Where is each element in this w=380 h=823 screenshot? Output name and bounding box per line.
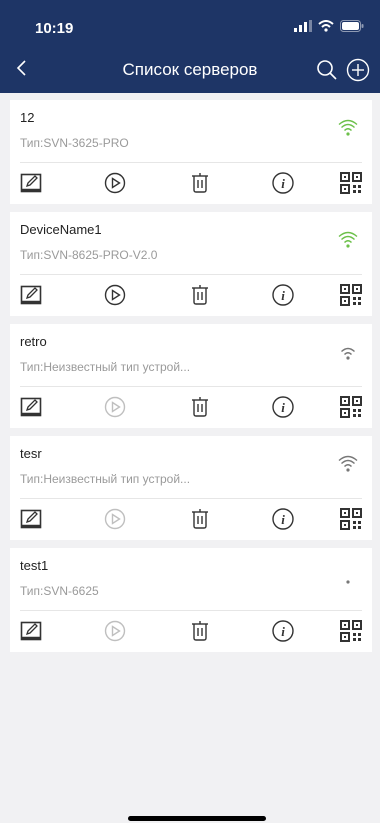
- info-button[interactable]: i: [268, 280, 298, 310]
- edit-button[interactable]: [16, 280, 46, 310]
- info-icon: i: [272, 284, 294, 306]
- action-bar: i: [10, 280, 372, 310]
- edit-icon: [20, 621, 42, 641]
- info-icon: i: [272, 508, 294, 530]
- status-time: 10:19: [35, 20, 74, 37]
- nav-bar: Список серверов: [0, 48, 380, 92]
- play-icon: [104, 508, 126, 530]
- wifi-signal-icon: [338, 119, 358, 136]
- server-card[interactable]: tesr Тип:Неизвестный тип устрой... i: [10, 436, 372, 540]
- divider: [20, 162, 362, 163]
- divider: [20, 274, 362, 275]
- qr-code-icon: [340, 172, 362, 194]
- edit-button[interactable]: [16, 504, 46, 534]
- play-icon: [104, 284, 126, 306]
- server-name: retro: [20, 334, 47, 349]
- server-list: 12 Тип:SVN-3625-PRO i DeviceName1 Тип:SVN-86…: [10, 100, 372, 660]
- server-card[interactable]: retro Тип:Неизвестный тип устрой... i: [10, 324, 372, 428]
- search-icon[interactable]: [316, 59, 338, 81]
- wifi-signal-icon: [341, 347, 355, 360]
- qr-code-icon: [340, 508, 362, 530]
- action-bar: i: [10, 168, 372, 198]
- server-type: Тип:SVN-6625: [20, 584, 99, 598]
- info-icon: i: [272, 172, 294, 194]
- play-icon: [104, 620, 126, 642]
- server-card[interactable]: 12 Тип:SVN-3625-PRO i: [10, 100, 372, 204]
- server-name: test1: [20, 558, 49, 573]
- svg-text:i: i: [281, 176, 285, 191]
- play-button[interactable]: [100, 168, 130, 198]
- wifi-signal-icon: [338, 455, 358, 472]
- server-type: Тип:SVN-3625-PRO: [20, 136, 129, 150]
- play-icon: [104, 396, 126, 418]
- server-name: DeviceName1: [20, 222, 102, 237]
- info-icon: i: [272, 396, 294, 418]
- action-bar: i: [10, 504, 372, 534]
- battery-icon: [340, 20, 364, 32]
- svg-text:i: i: [281, 512, 285, 527]
- delete-icon: [192, 397, 208, 417]
- info-button[interactable]: i: [268, 616, 298, 646]
- edit-icon: [20, 397, 42, 417]
- delete-icon: [192, 509, 208, 529]
- info-button[interactable]: i: [268, 504, 298, 534]
- status-bar: 10:19: [0, 0, 380, 44]
- qr-code-button[interactable]: [336, 280, 366, 310]
- play-button[interactable]: [100, 504, 130, 534]
- divider: [20, 386, 362, 387]
- wifi-signal-icon: [346, 580, 350, 584]
- svg-text:i: i: [281, 400, 285, 415]
- wifi-status-icon: [318, 20, 334, 32]
- edit-button[interactable]: [16, 168, 46, 198]
- delete-button[interactable]: [185, 280, 215, 310]
- home-indicator: [128, 816, 266, 821]
- qr-code-icon: [340, 620, 362, 642]
- qr-code-button[interactable]: [336, 504, 366, 534]
- divider: [20, 498, 362, 499]
- action-bar: i: [10, 392, 372, 422]
- play-button[interactable]: [100, 280, 130, 310]
- delete-button[interactable]: [185, 392, 215, 422]
- delete-button[interactable]: [185, 168, 215, 198]
- delete-button[interactable]: [185, 504, 215, 534]
- qr-code-button[interactable]: [336, 168, 366, 198]
- play-button[interactable]: [100, 392, 130, 422]
- play-button[interactable]: [100, 616, 130, 646]
- info-button[interactable]: i: [268, 392, 298, 422]
- play-icon: [104, 172, 126, 194]
- edit-icon: [20, 285, 42, 305]
- server-name: 12: [20, 110, 35, 125]
- add-icon[interactable]: [346, 58, 370, 82]
- server-type: Тип:SVN-8625-PRO-V2.0: [20, 248, 158, 262]
- qr-code-icon: [340, 284, 362, 306]
- info-icon: i: [272, 620, 294, 642]
- divider: [20, 610, 362, 611]
- delete-icon: [192, 621, 208, 641]
- edit-icon: [20, 509, 42, 529]
- app-header: 10:19 Список серверов: [0, 0, 380, 93]
- server-type: Тип:Неизвестный тип устрой...: [20, 360, 191, 374]
- info-button[interactable]: i: [268, 168, 298, 198]
- qr-code-button[interactable]: [336, 392, 366, 422]
- edit-button[interactable]: [16, 616, 46, 646]
- status-icons: [294, 20, 364, 32]
- server-card[interactable]: test1 Тип:SVN-6625 i: [10, 548, 372, 652]
- cellular-signal-icon: [294, 20, 312, 32]
- edit-icon: [20, 173, 42, 193]
- action-bar: i: [10, 616, 372, 646]
- delete-icon: [192, 173, 208, 193]
- wifi-signal-icon: [338, 231, 358, 248]
- delete-button[interactable]: [185, 616, 215, 646]
- edit-button[interactable]: [16, 392, 46, 422]
- server-name: tesr: [20, 446, 42, 461]
- delete-icon: [192, 285, 208, 305]
- server-card[interactable]: DeviceName1 Тип:SVN-8625-PRO-V2.0 i: [10, 212, 372, 316]
- svg-text:i: i: [281, 288, 285, 303]
- server-type: Тип:Неизвестный тип устрой...: [20, 472, 191, 486]
- qr-code-icon: [340, 396, 362, 418]
- qr-code-button[interactable]: [336, 616, 366, 646]
- svg-text:i: i: [281, 624, 285, 639]
